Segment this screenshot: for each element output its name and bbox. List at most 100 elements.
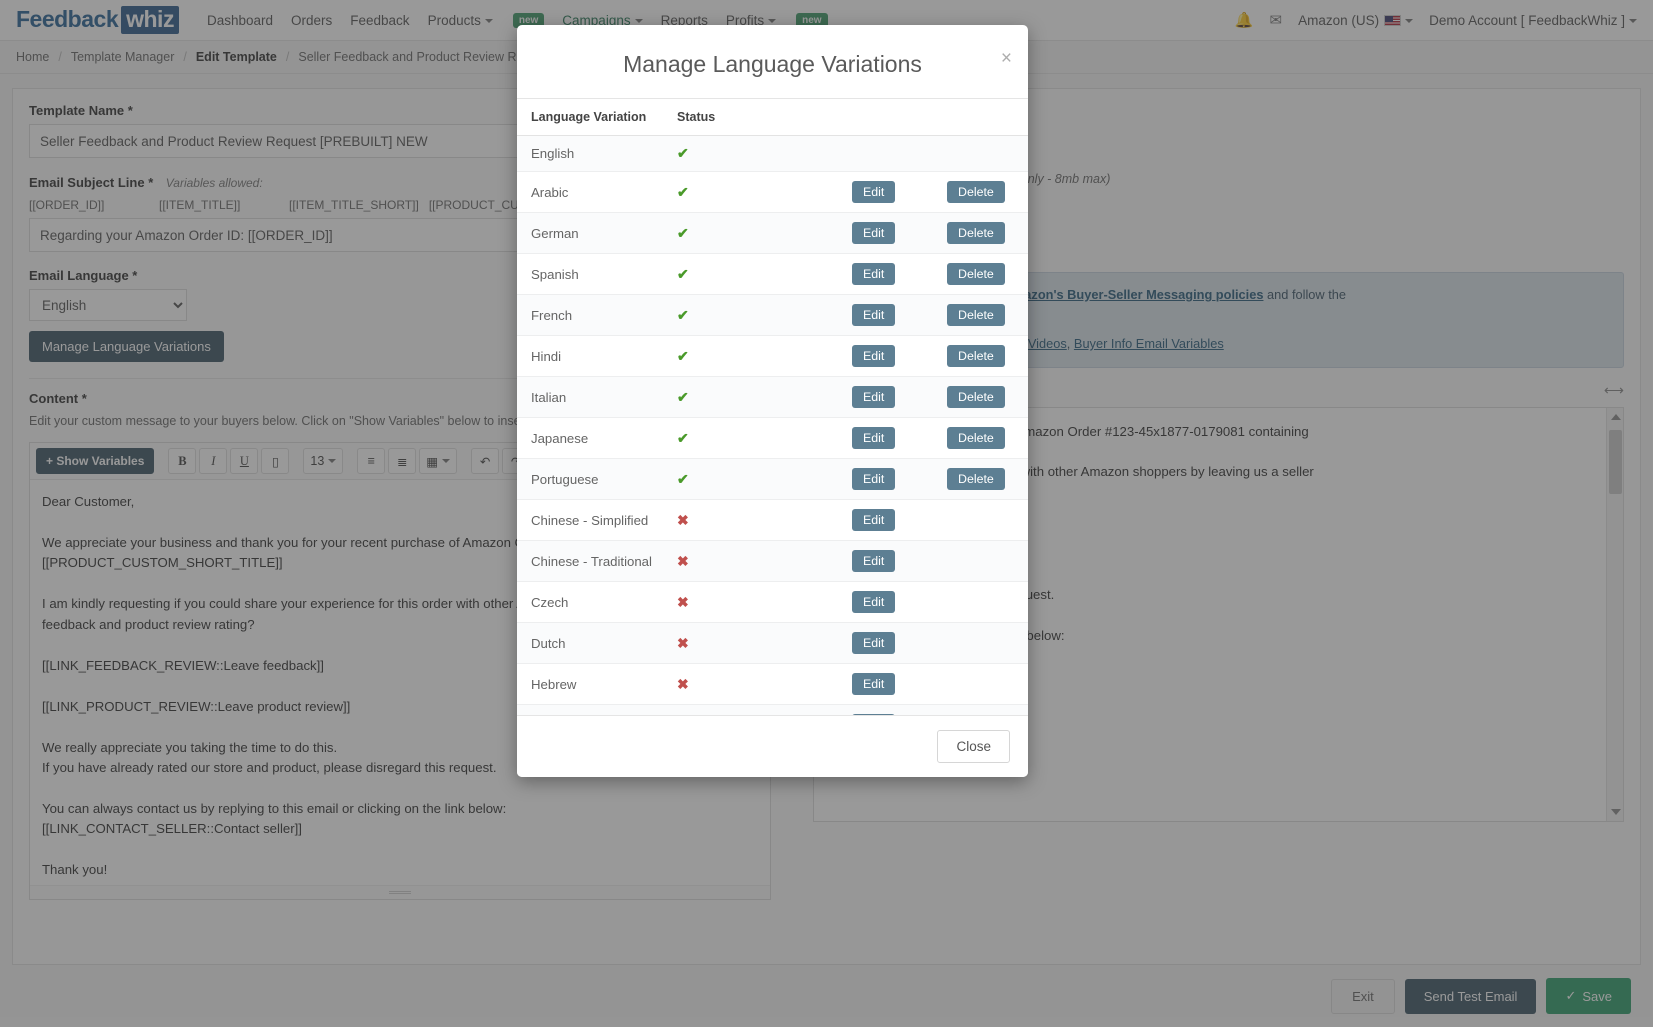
edit-button[interactable]: Edit [852,222,896,244]
check-icon: ✔ [677,265,689,282]
language-name: German [517,212,663,254]
table-row: German ✔ Edit Delete [517,212,1028,254]
delete-button[interactable]: Delete [947,222,1005,244]
table-row: Spanish ✔ Edit Delete [517,253,1028,295]
delete-cell: Delete [933,212,1028,254]
edit-button[interactable]: Edit [852,386,896,408]
table-row: Hebrew ✖ Edit [517,663,1028,705]
delete-button[interactable]: Delete [947,345,1005,367]
table-row: Chinese - Traditional ✖ Edit [517,540,1028,582]
delete-cell [933,622,1028,664]
language-name: Dutch [517,622,663,664]
status-cell: ✔ [663,417,838,459]
language-name: Korean [517,704,663,715]
status-cell: ✔ [663,458,838,500]
language-name: Hebrew [517,663,663,705]
table-row: Czech ✖ Edit [517,581,1028,623]
edit-cell: Edit [838,253,933,295]
status-cell: ✔ [663,171,838,213]
delete-cell [933,581,1028,623]
delete-cell [933,540,1028,582]
edit-cell: Edit [838,540,933,582]
language-name: Hindi [517,335,663,377]
edit-cell: Edit [838,335,933,377]
edit-button[interactable]: Edit [852,345,896,367]
close-icon[interactable]: × [1001,49,1012,68]
edit-button[interactable]: Edit [852,509,896,531]
check-icon: ✔ [677,224,689,241]
table-row: French ✔ Edit Delete [517,294,1028,336]
table-row: Italian ✔ Edit Delete [517,376,1028,418]
status-cell: ✖ [663,704,838,715]
status-cell: ✔ [663,335,838,377]
edit-button[interactable]: Edit [852,591,896,613]
edit-button[interactable]: Edit [852,550,896,572]
edit-cell: Edit [838,458,933,500]
delete-cell: Delete [933,417,1028,459]
delete-button[interactable]: Delete [947,386,1005,408]
delete-cell: Delete [933,335,1028,377]
edit-cell: Edit [838,622,933,664]
edit-cell: Edit [838,417,933,459]
edit-cell [838,135,933,172]
delete-cell: Delete [933,253,1028,295]
edit-button[interactable]: Edit [852,632,896,654]
column-header-language: Language Variation [517,99,663,136]
table-row: Dutch ✖ Edit [517,622,1028,664]
manage-language-variations-modal: Manage Language Variations × Language Va… [517,25,1028,777]
table-row: Arabic ✔ Edit Delete [517,171,1028,213]
edit-button[interactable]: Edit [852,304,896,326]
column-header-delete [933,99,1028,136]
edit-cell: Edit [838,171,933,213]
status-cell: ✖ [663,540,838,582]
edit-cell: Edit [838,294,933,336]
table-row: Portuguese ✔ Edit Delete [517,458,1028,500]
edit-button[interactable]: Edit [852,263,896,285]
status-cell: ✔ [663,212,838,254]
language-name: Czech [517,581,663,623]
language-name: English [517,135,663,172]
edit-button[interactable]: Edit [852,181,896,203]
edit-button[interactable]: Edit [852,427,896,449]
edit-cell: Edit [838,663,933,705]
language-variations-table: Language Variation Status English ✔ Arabic… [517,99,1028,715]
status-cell: ✔ [663,376,838,418]
delete-cell: Delete [933,171,1028,213]
modal-close-button[interactable]: Close [937,730,1010,763]
delete-cell [933,135,1028,172]
cross-icon: ✖ [677,634,689,651]
cross-icon: ✖ [677,675,689,692]
delete-button[interactable]: Delete [947,263,1005,285]
language-rows: English ✔ Arabic ✔ Edit Delete German ✔ Edit Dele… [517,135,1028,715]
edit-button[interactable]: Edit [852,468,896,490]
delete-button[interactable]: Delete [947,427,1005,449]
edit-button[interactable]: Edit [852,673,896,695]
check-icon: ✔ [677,347,689,364]
status-cell: ✖ [663,581,838,623]
delete-cell [933,704,1028,715]
delete-cell: Delete [933,376,1028,418]
table-row: English ✔ [517,135,1028,172]
modal-body: Language Variation Status English ✔ Arabic… [517,99,1028,715]
check-icon: ✔ [677,388,689,405]
status-cell: ✔ [663,294,838,336]
delete-cell [933,499,1028,541]
delete-button[interactable]: Delete [947,468,1005,490]
delete-cell [933,663,1028,705]
language-name: Arabic [517,171,663,213]
table-row: Hindi ✔ Edit Delete [517,335,1028,377]
delete-button[interactable]: Delete [947,304,1005,326]
cross-icon: ✖ [677,552,689,569]
status-cell: ✖ [663,663,838,705]
check-icon: ✔ [677,306,689,323]
language-name: Chinese - Traditional [517,540,663,582]
language-name: Portuguese [517,458,663,500]
column-header-edit [838,99,933,136]
check-icon: ✔ [677,145,689,161]
delete-cell: Delete [933,458,1028,500]
delete-button[interactable]: Delete [947,181,1005,203]
edit-cell: Edit [838,704,933,715]
language-name: Japanese [517,417,663,459]
check-icon: ✔ [677,429,689,446]
cross-icon: ✖ [677,511,689,528]
